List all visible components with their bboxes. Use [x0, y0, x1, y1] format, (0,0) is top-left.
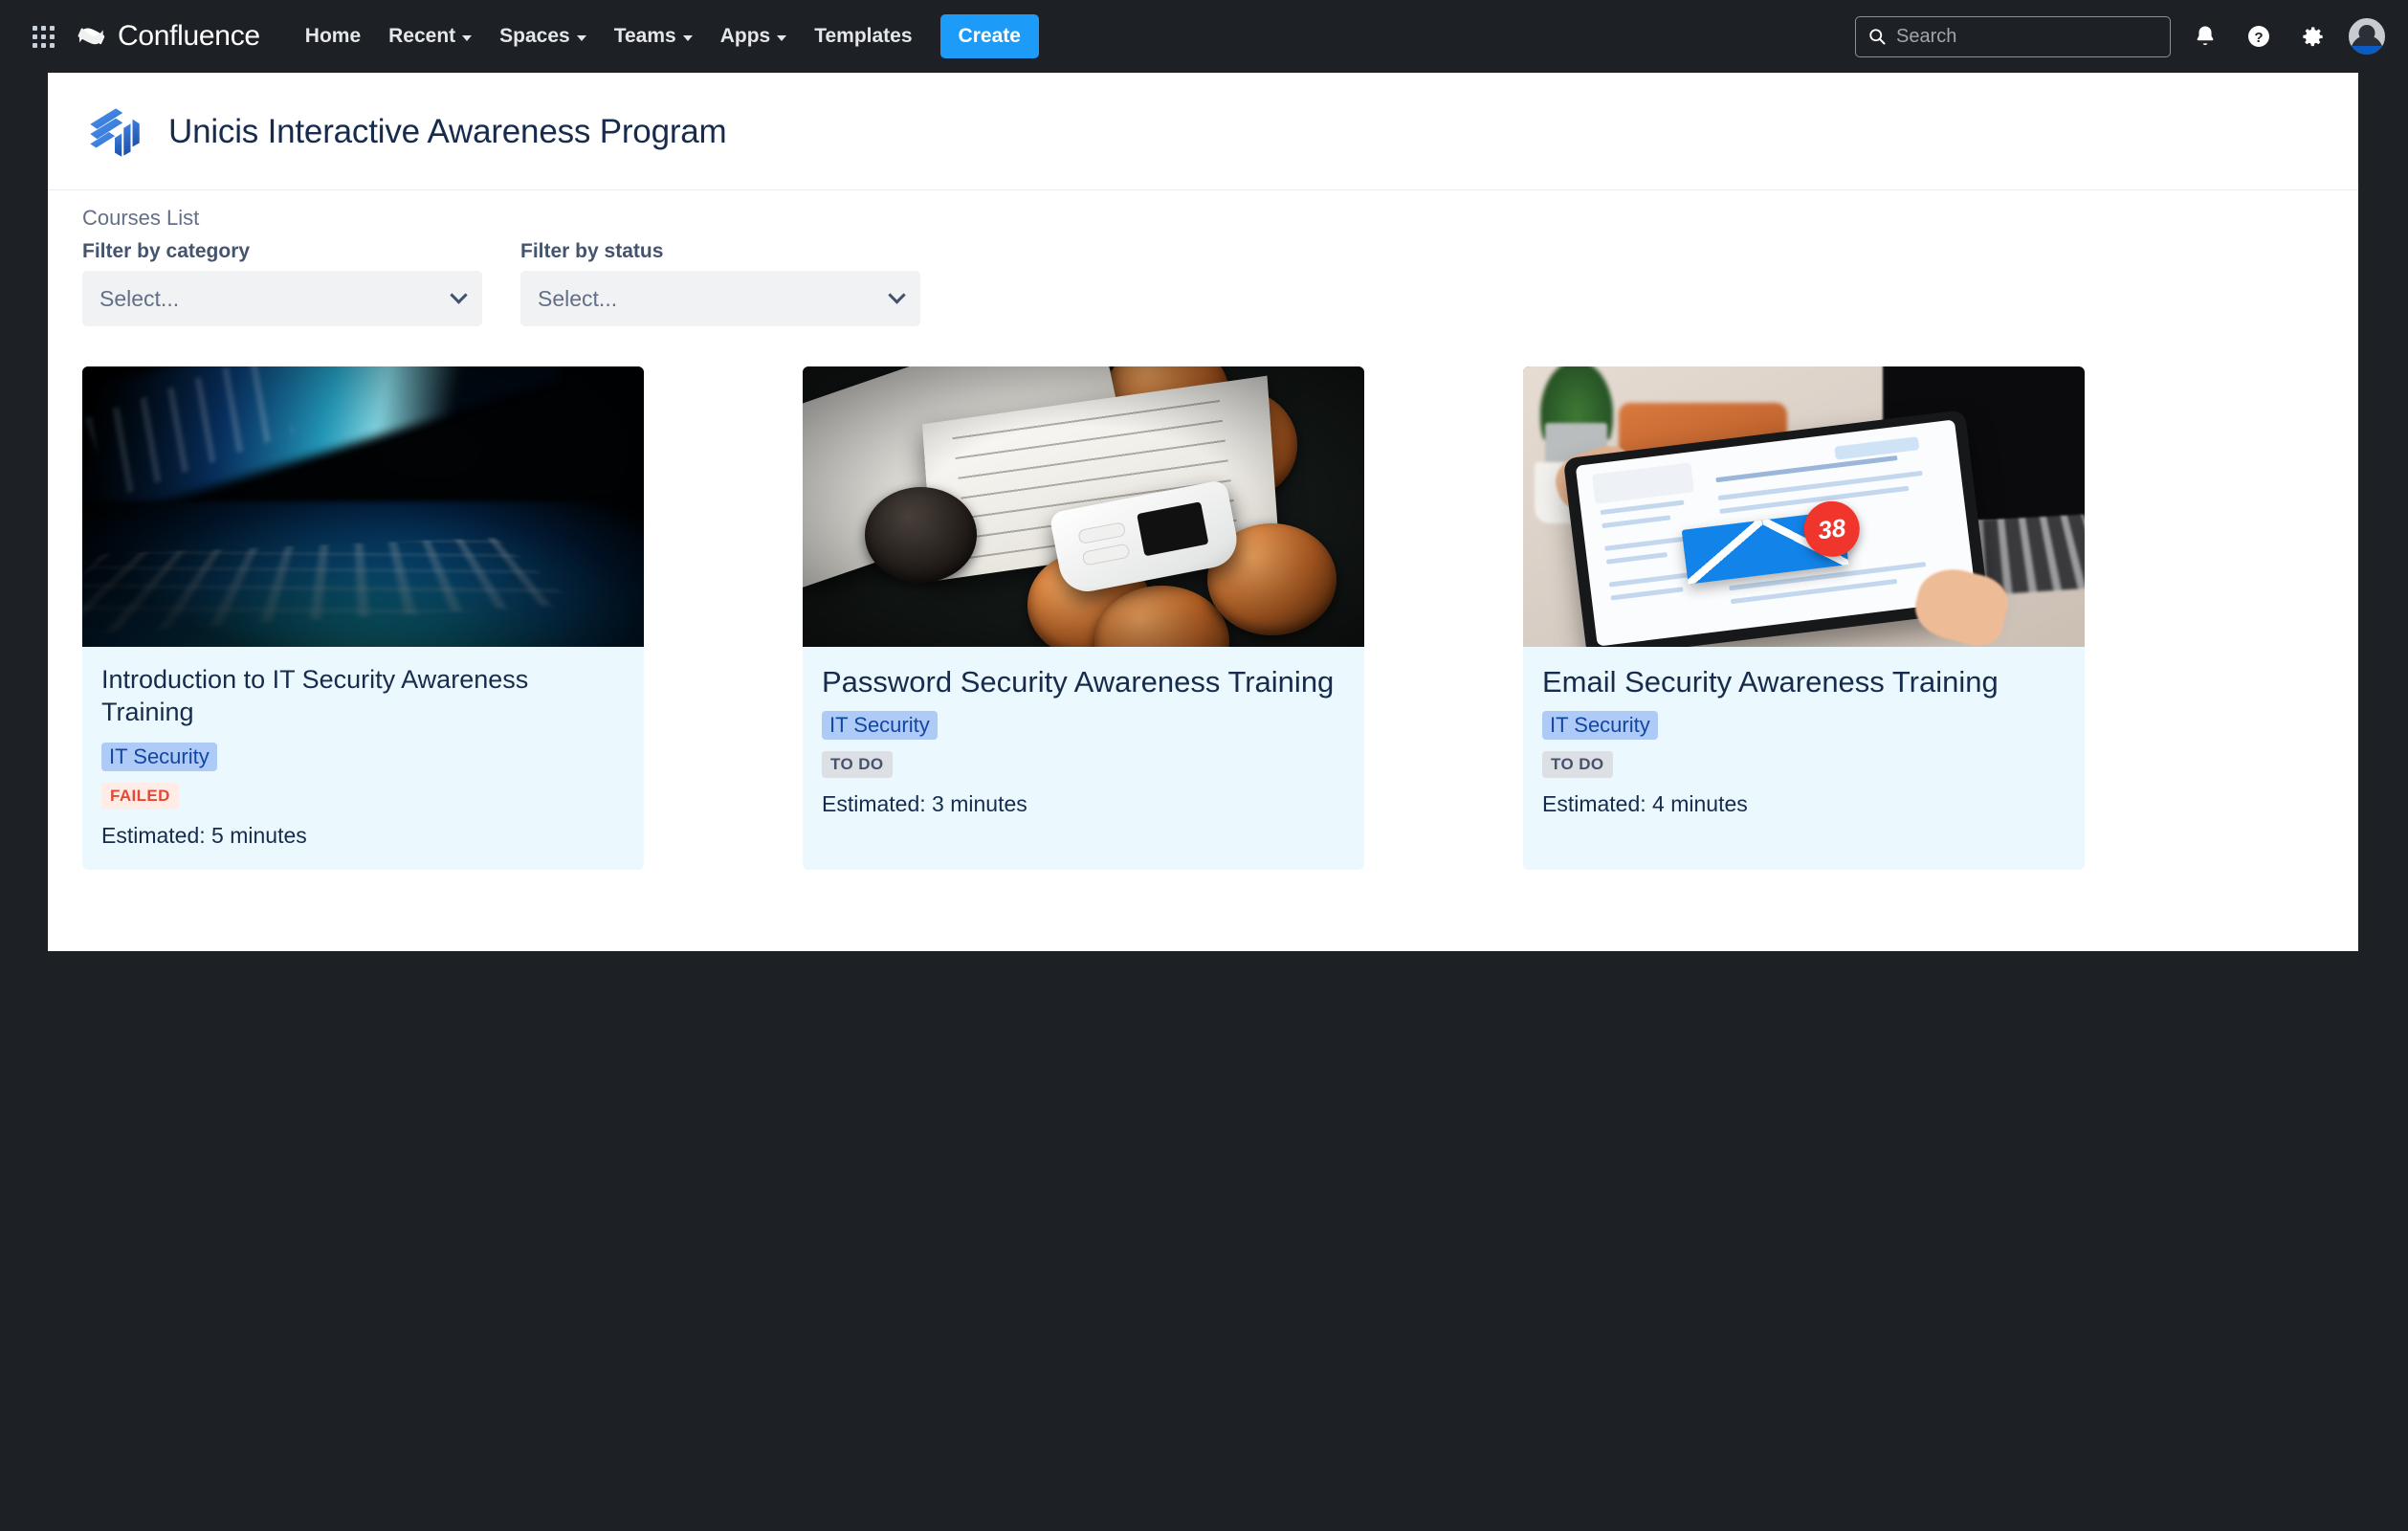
- status-badge: FAILED: [101, 782, 179, 810]
- page-content-wrapper: Unicis Interactive Awareness Program Cou…: [0, 73, 2408, 951]
- filter-category-label: Filter by category: [82, 240, 251, 262]
- backlit-keyboard-image: [82, 366, 644, 647]
- filter-status-value: Select...: [538, 285, 618, 311]
- course-card[interactable]: 38 Email Security Awareness Training IT …: [1523, 366, 2085, 870]
- course-estimate: Estimated: 4 minutes: [1542, 790, 1748, 816]
- notifications-button[interactable]: [2186, 17, 2224, 55]
- recovery-seed-card-coins-image: [803, 366, 1364, 647]
- course-title: Introduction to IT Security Awareness Tr…: [101, 665, 529, 726]
- category-badge: IT Security: [1542, 710, 1658, 740]
- filter-status-group: Filter by status Select...: [520, 240, 920, 326]
- nav-item-teams-label: Teams: [613, 25, 676, 47]
- category-badge: IT Security: [101, 742, 217, 771]
- course-estimate: Estimated: 5 minutes: [101, 822, 307, 848]
- nav-item-apps-label: Apps: [719, 25, 771, 47]
- nav-item-home[interactable]: Home: [293, 16, 373, 56]
- app-switcher-button[interactable]: [23, 16, 63, 56]
- nav-item-teams[interactable]: Teams: [602, 16, 705, 56]
- help-question-icon: ?: [2248, 26, 2269, 47]
- nav-item-templates-label: Templates: [814, 25, 913, 47]
- user-avatar[interactable]: [2347, 16, 2387, 56]
- courses-list-label: Courses List: [82, 206, 200, 230]
- chevron-down-icon: [462, 35, 473, 41]
- search-input[interactable]: Search: [1855, 15, 2171, 57]
- notifications-bell-icon: [2197, 26, 2214, 46]
- search-icon: [1869, 29, 1886, 45]
- filter-status-label: Filter by status: [520, 240, 664, 262]
- awareness-program-panel: Unicis Interactive Awareness Program Cou…: [48, 73, 2358, 951]
- course-estimate: Estimated: 3 minutes: [822, 790, 1027, 816]
- chevron-down-icon: [888, 285, 906, 304]
- panel-header: Unicis Interactive Awareness Program: [48, 73, 2358, 190]
- panel-body: Courses List Filter by category Select..…: [48, 190, 2358, 946]
- confluence-home-link[interactable]: Confluence: [77, 20, 260, 53]
- course-category-row: IT Security: [1542, 710, 2066, 740]
- chevron-down-icon: [777, 35, 787, 41]
- course-card[interactable]: Introduction to IT Security Awareness Tr…: [82, 366, 644, 870]
- chevron-down-icon: [450, 285, 468, 304]
- primary-nav-links: Home Recent Spaces Teams Apps Templates: [293, 16, 925, 56]
- global-navigation-bar: Confluence Home Recent Spaces Teams Apps…: [0, 0, 2408, 73]
- nav-right-cluster: Search ?: [1855, 15, 2387, 57]
- filter-category-group: Filter by category Select...: [82, 240, 482, 326]
- brand-name: Confluence: [118, 20, 260, 52]
- create-button[interactable]: Create: [939, 14, 1039, 58]
- chevron-down-icon: [682, 35, 693, 41]
- filter-category-select[interactable]: Select...: [82, 271, 482, 326]
- course-card-content: Password Security Awareness Training IT …: [803, 647, 1364, 838]
- status-badge: TO DO: [822, 750, 893, 778]
- avatar-collar: [2349, 46, 2385, 55]
- course-category-row: IT Security: [101, 742, 625, 771]
- settings-gear-icon: [2302, 26, 2323, 46]
- chevron-down-icon: [576, 35, 586, 41]
- status-badge: TO DO: [1542, 750, 1613, 778]
- courses-grid: Introduction to IT Security Awareness Tr…: [82, 366, 2324, 946]
- page-title: Unicis Interactive Awareness Program: [168, 113, 727, 150]
- help-button[interactable]: ?: [2240, 17, 2278, 55]
- svg-text:?: ?: [2254, 30, 2263, 46]
- nav-item-spaces-label: Spaces: [499, 25, 570, 47]
- tablet-email-inbox-image: 38: [1523, 366, 2085, 647]
- course-card[interactable]: Password Security Awareness Training IT …: [803, 366, 1364, 870]
- filter-category-value: Select...: [99, 285, 180, 311]
- course-card-content: Introduction to IT Security Awareness Tr…: [82, 647, 644, 870]
- unicis-logo-icon: [90, 108, 140, 157]
- grid-apps-icon: [32, 25, 55, 48]
- nav-item-apps[interactable]: Apps: [708, 16, 800, 56]
- category-badge: IT Security: [822, 710, 938, 740]
- filters-row: Filter by category Select... Filter by s…: [82, 240, 2324, 326]
- course-card-content: Email Security Awareness Training IT Sec…: [1523, 647, 2085, 838]
- settings-button[interactable]: [2293, 17, 2331, 55]
- filter-status-select[interactable]: Select...: [520, 271, 920, 326]
- nav-item-recent-label: Recent: [388, 25, 456, 47]
- confluence-logo-icon: [77, 28, 105, 45]
- nav-item-recent[interactable]: Recent: [376, 16, 484, 56]
- course-category-row: IT Security: [822, 710, 1345, 740]
- course-title: Password Security Awareness Training: [822, 665, 1335, 699]
- search-placeholder: Search: [1896, 25, 1957, 47]
- nav-item-spaces[interactable]: Spaces: [487, 16, 599, 56]
- nav-item-templates[interactable]: Templates: [802, 16, 924, 56]
- course-title: Email Security Awareness Training: [1542, 665, 1999, 699]
- nav-item-home-label: Home: [304, 25, 362, 47]
